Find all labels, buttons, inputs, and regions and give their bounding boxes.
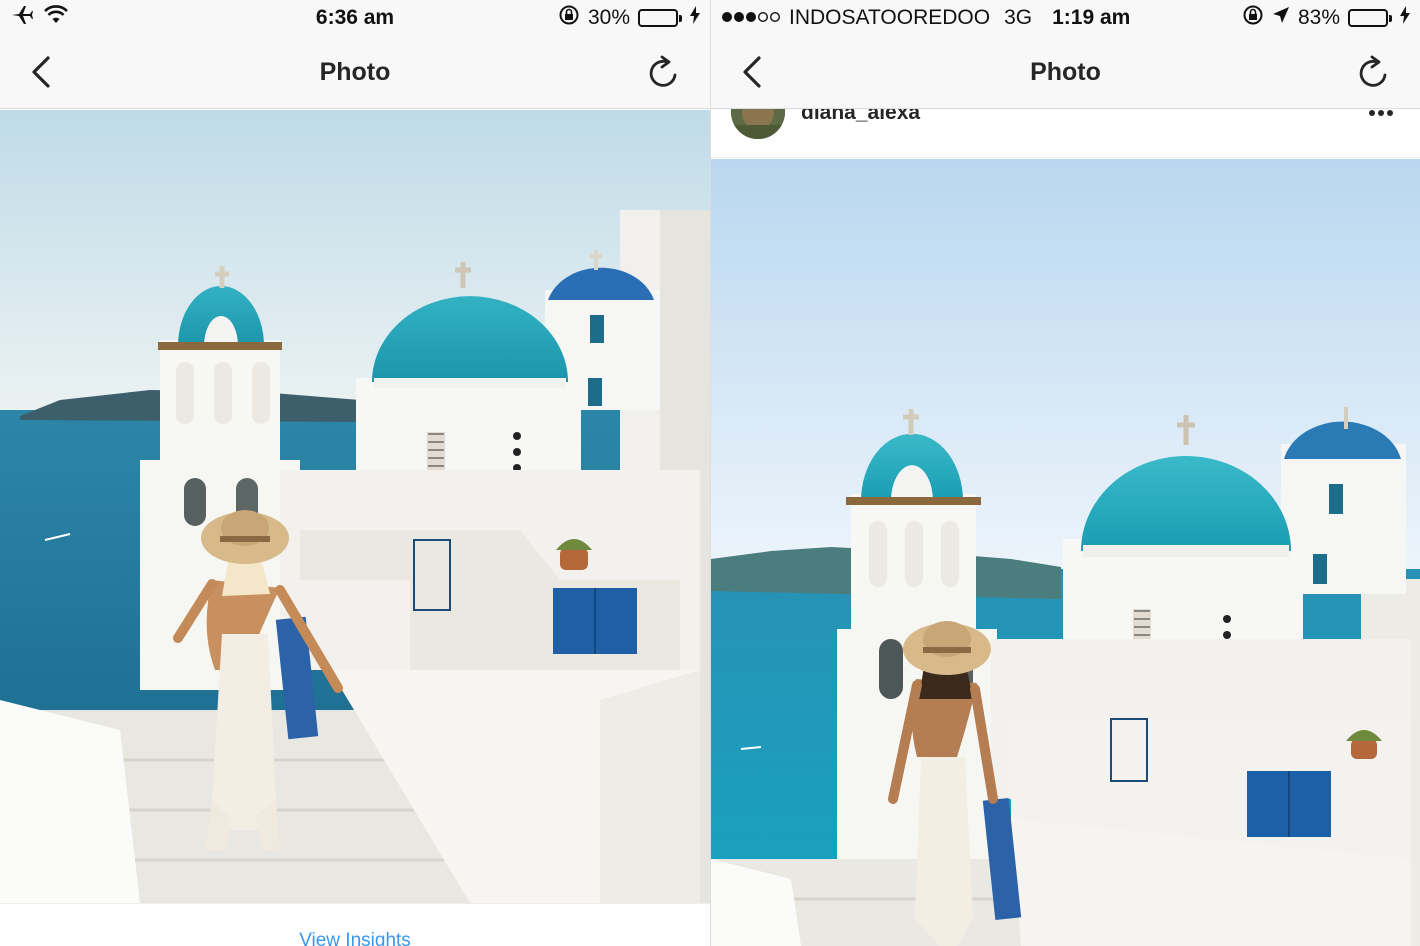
view-insights-link[interactable]: View Insights [299, 930, 411, 946]
split-screenshot: 6:36 am 30% Photo View Insights INDOSATO… [0, 0, 1420, 946]
airplane-icon [10, 4, 34, 32]
left-phone-screen: 6:36 am 30% Photo View Insights [0, 0, 710, 946]
battery-icon [638, 9, 682, 27]
status-time: 1:19 am [1052, 6, 1131, 29]
charging-icon [690, 6, 700, 30]
more-options-icon[interactable] [1368, 109, 1394, 117]
post-photo[interactable] [711, 159, 1420, 946]
refresh-icon[interactable] [646, 54, 682, 92]
refresh-icon[interactable] [1356, 54, 1392, 92]
navigation-bar: Photo [0, 36, 710, 109]
status-bar: INDOSATOOREDOO 3G 1:19 am 83% [711, 0, 1420, 36]
battery-percentage: 30% [587, 6, 630, 29]
rotation-lock-icon [1242, 4, 1264, 32]
back-chevron-icon[interactable] [26, 54, 60, 92]
network-type: 3G [1004, 6, 1033, 29]
view-insights-bar: View Insights [0, 903, 710, 946]
post-header: diana_alexa [711, 109, 1420, 158]
battery-percentage: 83% [1297, 6, 1340, 29]
page-title: Photo [1030, 57, 1101, 86]
battery-icon [1348, 9, 1392, 27]
status-bar: 6:36 am 30% [0, 0, 710, 36]
charging-icon [1400, 6, 1410, 30]
signal-strength-icon [721, 6, 783, 30]
carrier-name: INDOSATOOREDOO [789, 6, 991, 29]
navigation-bar: Photo [711, 36, 1420, 109]
back-chevron-icon[interactable] [737, 54, 771, 92]
wifi-icon [44, 5, 68, 31]
rotation-lock-icon [558, 4, 580, 32]
post-photo[interactable] [0, 110, 710, 903]
post-username[interactable]: diana_alexa [801, 109, 920, 125]
location-arrow-icon [1272, 6, 1290, 30]
avatar[interactable] [731, 109, 785, 139]
right-phone-screen: INDOSATOOREDOO 3G 1:19 am 83% Photo dian… [710, 0, 1420, 946]
page-title: Photo [319, 57, 391, 86]
